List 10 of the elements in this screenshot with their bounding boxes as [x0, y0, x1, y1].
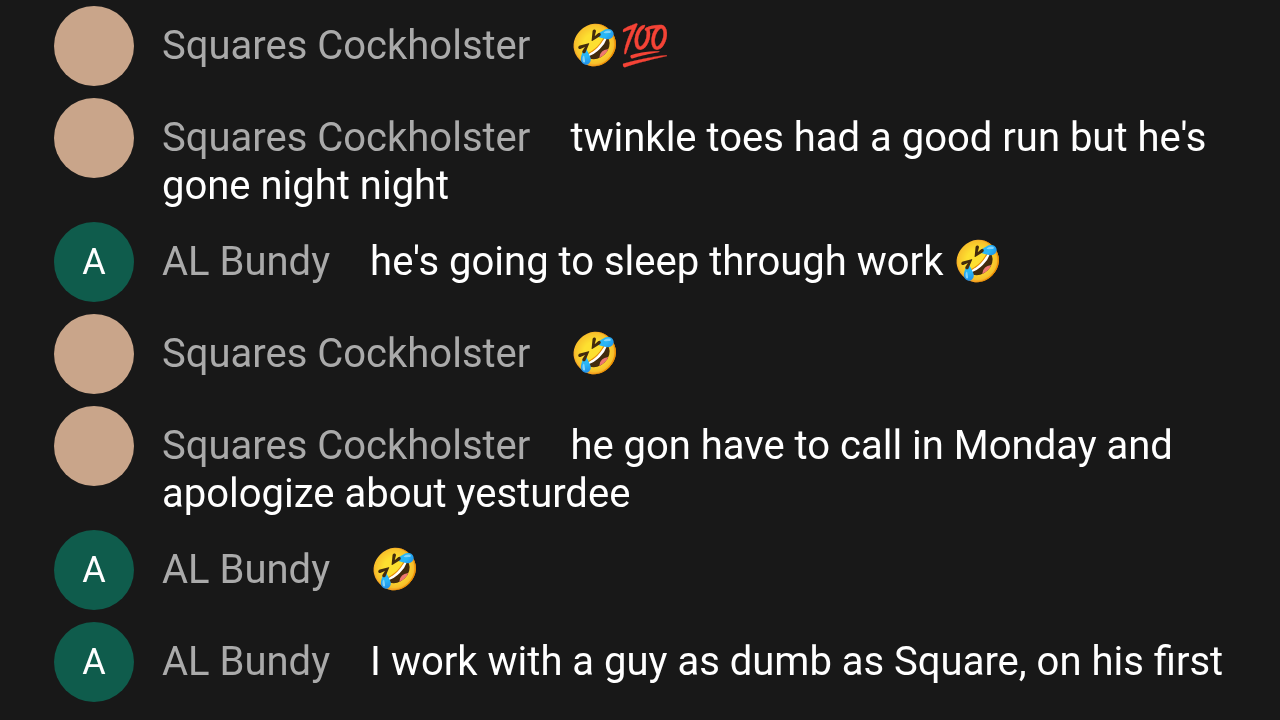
- letter-avatar: A: [54, 222, 134, 302]
- chat-message: Squares Cockholster 🤣: [162, 330, 621, 378]
- letter-avatar: A: [54, 622, 134, 702]
- chat-message: Squares Cockholster he gon have to call in Monday and apologize about yesturdee: [162, 422, 1174, 518]
- chat-message: Squares Cockholster twinkle toes had a good run but he's gone night night: [162, 114, 1208, 210]
- chat-message: Squares Cockholster 🤣💯: [162, 22, 671, 70]
- letter-avatar: A: [54, 530, 134, 610]
- chat-message: AL Bundy I work with a guy as dumb as Square, on his first: [162, 638, 1224, 686]
- chat-message: AL Bundy he's going to sleep through work 🤣: [162, 238, 1004, 286]
- chat-message: AL Bundy 🤣: [162, 546, 421, 594]
